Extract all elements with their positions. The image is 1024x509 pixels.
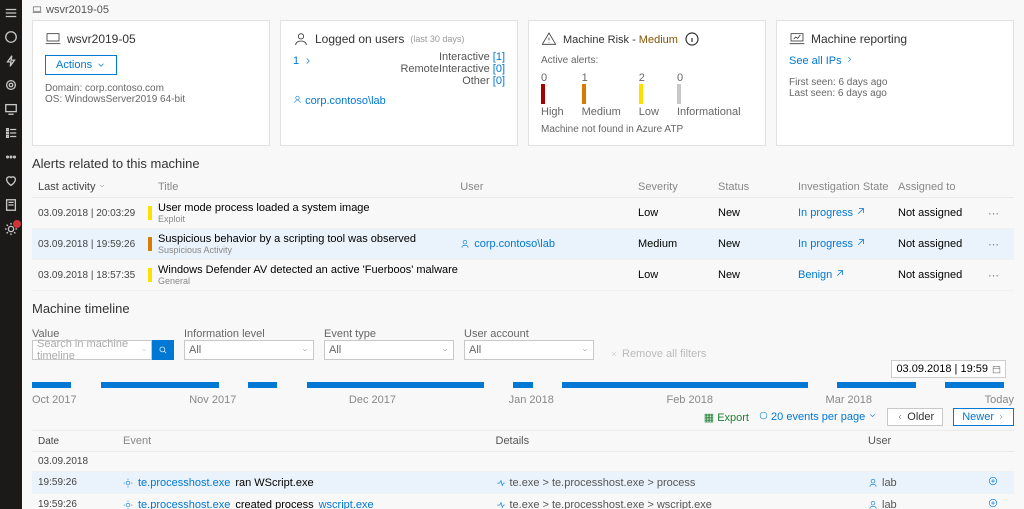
laptop-icon — [45, 31, 61, 47]
event-row[interactable]: 19:59:26te.processhost.exe created proce… — [32, 494, 1014, 509]
timeline-popup[interactable]: 03.09.2018 | 19:59 — [891, 360, 1006, 378]
user-account-select[interactable]: All — [464, 340, 594, 360]
chevron-down-icon — [96, 60, 106, 70]
users-hint: (last 30 days) — [410, 34, 464, 44]
users-card: Logged on users (last 30 days) 1 Interac… — [280, 20, 518, 146]
heart-icon[interactable] — [4, 174, 18, 188]
breadcrumb-text: wsvr2019-05 — [46, 4, 109, 16]
timeline-heading: Machine timeline — [22, 291, 1024, 322]
alerts-header-row: Last activity Title User Severity Status… — [32, 177, 1014, 198]
first-seen: First seen: 6 days ago — [789, 77, 1001, 88]
calendar-icon — [992, 365, 1001, 374]
timeline-track[interactable]: 03.09.2018 | 19:59 Oct 2017Nov 2017Dec 2… — [32, 374, 1014, 404]
menu-icon[interactable] — [4, 6, 18, 20]
breadcrumb: wsvr2019-05 — [22, 0, 1024, 20]
users-breakdown: Interactive [1] RemoteInteractive [0] Ot… — [400, 51, 505, 87]
alert-row[interactable]: 03.09.2018 | 18:57:35Windows Defender AV… — [32, 260, 1014, 291]
info-level-select[interactable]: All — [184, 340, 314, 360]
newer-button[interactable]: Newer — [953, 408, 1014, 426]
warning-icon — [541, 31, 557, 47]
timeline: Value Search in machine timeline Informa… — [32, 328, 1014, 509]
reporting-card: Machine reporting See all IPs First seen… — [776, 20, 1014, 146]
ring-icon[interactable] — [4, 78, 18, 92]
timeline-filters: Value Search in machine timeline Informa… — [32, 328, 1014, 360]
atp-note: Machine not found in Azure ATP — [541, 124, 753, 135]
dots-icon[interactable] — [4, 150, 18, 164]
main-content: wsvr2019-05 wsvr2019-05 Actions Domain: … — [22, 0, 1024, 509]
reporting-title: Machine reporting — [811, 32, 907, 46]
actions-button[interactable]: Actions — [45, 55, 117, 75]
col-last-activity[interactable]: Last activity — [38, 181, 148, 193]
search-button[interactable] — [152, 340, 174, 360]
search-input[interactable]: Search in machine timeline — [32, 340, 152, 360]
risk-bars: 0High 1Medium 2Low 0Informational — [541, 72, 753, 118]
col-user[interactable]: User — [460, 181, 638, 193]
chevron-right-icon — [303, 56, 313, 66]
risk-title: Machine Risk - Medium — [563, 32, 678, 46]
last-seen: Last seen: 6 days ago — [789, 88, 1001, 99]
event-type-select[interactable]: All — [324, 340, 454, 360]
chevron-right-icon — [845, 55, 854, 64]
col-details[interactable]: Details — [496, 435, 869, 447]
dashboard-icon[interactable] — [4, 30, 18, 44]
users-title: Logged on users — [315, 32, 404, 46]
alerts-table: Last activity Title User Severity Status… — [32, 177, 1014, 291]
risk-card: Machine Risk - Medium Active alerts: 0Hi… — [528, 20, 766, 146]
filter-type-label: Event type — [324, 328, 454, 340]
user-link[interactable]: corp.contoso\lab — [293, 95, 505, 107]
settings-icon[interactable] — [4, 222, 18, 236]
events-header: Date Event Details User — [32, 430, 1014, 452]
alerts-heading: Alerts related to this machine — [22, 146, 1024, 177]
alert-row[interactable]: 03.09.2018 | 19:59:26Suspicious behavior… — [32, 229, 1014, 260]
machine-name: wsvr2019-05 — [67, 32, 136, 46]
alert-row[interactable]: 03.09.2018 | 20:03:29User mode process l… — [32, 198, 1014, 229]
events-per-page-select[interactable]: 20 events per page — [759, 411, 877, 423]
col-status[interactable]: Status — [718, 181, 798, 193]
col-severity[interactable]: Severity — [638, 181, 718, 193]
left-nav — [0, 0, 22, 509]
col-assigned[interactable]: Assigned to — [898, 181, 988, 193]
col-investigation[interactable]: Investigation State — [798, 181, 898, 193]
filter-info-label: Information level — [184, 328, 314, 340]
active-alerts-label: Active alerts: — [541, 55, 753, 66]
col-user[interactable]: User — [868, 435, 988, 447]
machine-icon[interactable] — [4, 102, 18, 116]
list-icon[interactable] — [4, 126, 18, 140]
machine-os: OS: WindowsServer2019 64-bit — [45, 94, 257, 105]
summary-cards: wsvr2019-05 Actions Domain: corp.contoso… — [22, 20, 1024, 146]
event-row[interactable]: 19:59:26te.processhost.exe ran WScript.e… — [32, 472, 1014, 494]
col-date[interactable]: Date — [38, 436, 123, 447]
user-icon — [293, 31, 309, 47]
timeline-tools: ▦ Export 20 events per page Older Newer — [32, 408, 1014, 426]
machine-card: wsvr2019-05 Actions Domain: corp.contoso… — [32, 20, 270, 146]
date-group: 03.09.2018 — [32, 452, 1014, 472]
laptop-icon — [32, 5, 42, 15]
older-button[interactable]: Older — [887, 408, 943, 426]
export-button[interactable]: ▦ Export — [704, 411, 749, 424]
report-icon[interactable] — [4, 198, 18, 212]
see-all-ips-link[interactable]: See all IPs — [789, 55, 1001, 67]
col-title[interactable]: Title — [158, 181, 460, 193]
machine-domain: Domain: corp.contoso.com — [45, 83, 257, 94]
user-icon — [293, 95, 302, 104]
flash-icon[interactable] — [4, 54, 18, 68]
info-icon[interactable] — [684, 31, 700, 47]
col-event[interactable]: Event — [123, 435, 496, 447]
reporting-icon — [789, 31, 805, 47]
filter-acct-label: User account — [464, 328, 594, 340]
remove-filters-button[interactable]: Remove all filters — [610, 348, 706, 360]
